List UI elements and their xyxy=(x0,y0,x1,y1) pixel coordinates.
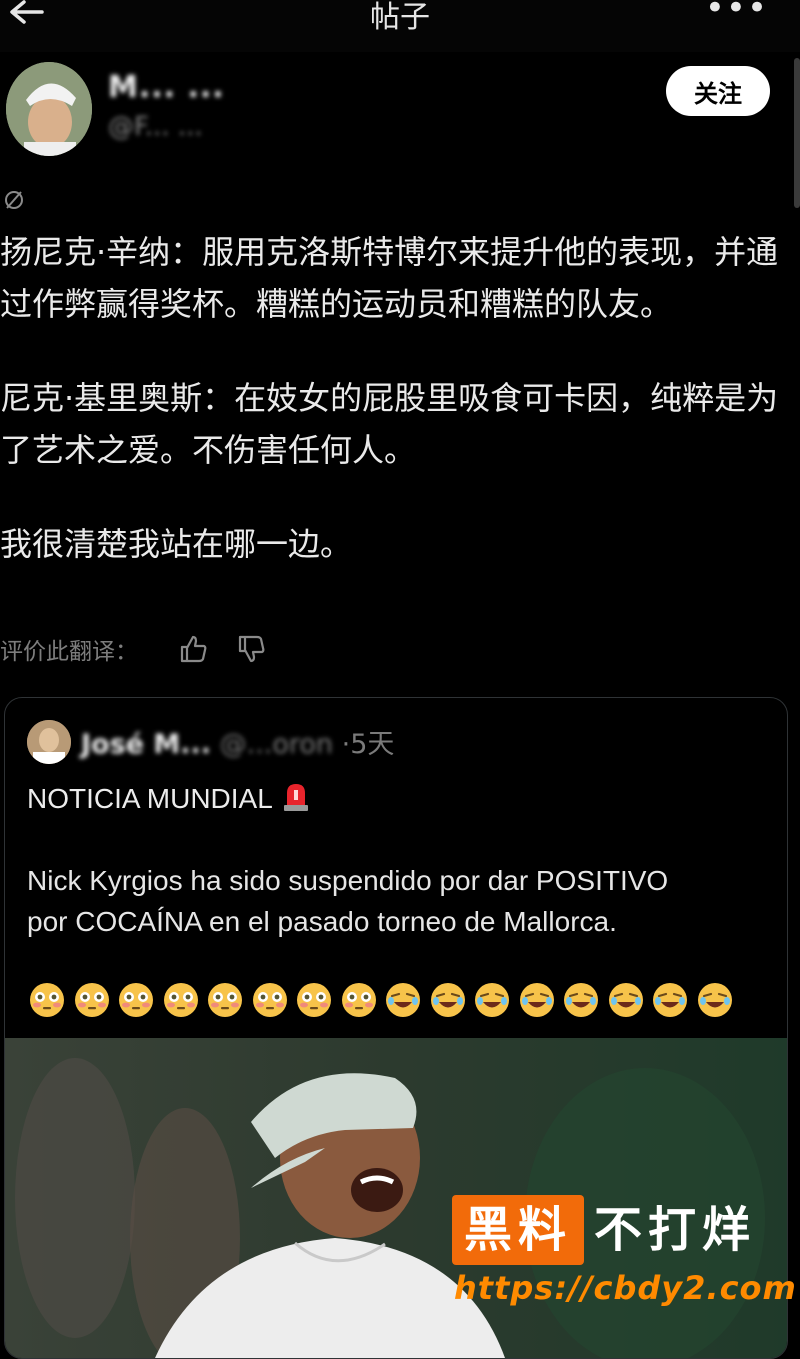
post-paragraph: 尼克·基里奥斯：在妓女的屁股里吸食可卡因，纯粹是为了艺术之爱。不伤害任何人。 xyxy=(0,379,779,469)
rofl-emoji xyxy=(652,982,688,1018)
quoted-author-avatar[interactable] xyxy=(27,720,71,764)
flushed-emoji xyxy=(118,982,154,1018)
watermark-badge: 黑料 xyxy=(452,1195,584,1265)
flushed-emoji xyxy=(29,982,65,1018)
quoted-post-meta: José M... @...oron ·5天 xyxy=(81,722,394,761)
quoted-body-line: por COCAÍNA en el pasado torneo de Mallo… xyxy=(27,906,617,937)
police-light-emoji xyxy=(283,784,308,811)
page-title: 帖子 xyxy=(370,0,430,35)
rofl-emoji xyxy=(430,982,466,1018)
follow-button[interactable]: 关注 xyxy=(666,66,770,116)
flushed-emoji xyxy=(74,982,110,1018)
thumbs-up-icon[interactable] xyxy=(178,633,210,665)
watermark-url: https://cbdy2.com xyxy=(454,1269,797,1307)
quoted-body: Nick Kyrgios ha sido suspendido por dar … xyxy=(27,860,767,942)
more-options-icon[interactable]: ••• xyxy=(705,0,768,28)
author-name[interactable]: M... ... xyxy=(108,70,225,105)
watermark: 黑料 不打烊 https://cbdy2.com xyxy=(452,1195,796,1315)
post-translated-text: 扬尼克·辛纳：服用克洛斯特博尔来提升他的表现，并通过作弊赢得奖杯。糟糕的运动员和… xyxy=(0,226,796,570)
post-paragraph: 扬尼克·辛纳：服用克洛斯特博尔来提升他的表现，并通过作弊赢得奖杯。糟糕的运动员和… xyxy=(0,233,779,323)
quoted-headline-text: NOTICIA MUNDIAL xyxy=(27,783,273,814)
rofl-emoji xyxy=(563,982,599,1018)
app-bar: 帖子 ••• xyxy=(0,0,800,52)
scrollbar[interactable] xyxy=(794,58,800,208)
quoted-headline: NOTICIA MUNDIAL xyxy=(27,780,311,815)
rofl-emoji xyxy=(385,982,421,1018)
flushed-emoji xyxy=(163,982,199,1018)
flushed-emoji xyxy=(296,982,332,1018)
quoted-body-line: Nick Kyrgios ha sido suspendido por dar … xyxy=(27,865,669,896)
watermark-text: 不打烊 xyxy=(594,1202,757,1258)
author-handle[interactable]: @F... ... xyxy=(108,112,203,142)
flushed-emoji xyxy=(207,982,243,1018)
rofl-emoji xyxy=(697,982,733,1018)
quoted-author-name[interactable]: José M... xyxy=(81,729,211,760)
author-avatar[interactable] xyxy=(6,62,92,156)
thumbs-down-icon[interactable] xyxy=(236,633,268,665)
rate-translation-label: 评价此翻译： xyxy=(0,639,138,665)
quoted-post-time: ·5天 xyxy=(341,729,395,760)
emoji-row xyxy=(29,982,769,1022)
rofl-emoji xyxy=(474,982,510,1018)
watermark-badge-text: 黑料 xyxy=(463,1202,572,1258)
globe-icon xyxy=(5,191,23,209)
rofl-emoji xyxy=(519,982,555,1018)
post-paragraph: 我很清楚我站在哪一边。 xyxy=(0,525,353,563)
rofl-emoji xyxy=(608,982,644,1018)
quoted-author-handle[interactable]: @...oron xyxy=(220,729,333,760)
flushed-emoji xyxy=(341,982,377,1018)
flushed-emoji xyxy=(252,982,288,1018)
